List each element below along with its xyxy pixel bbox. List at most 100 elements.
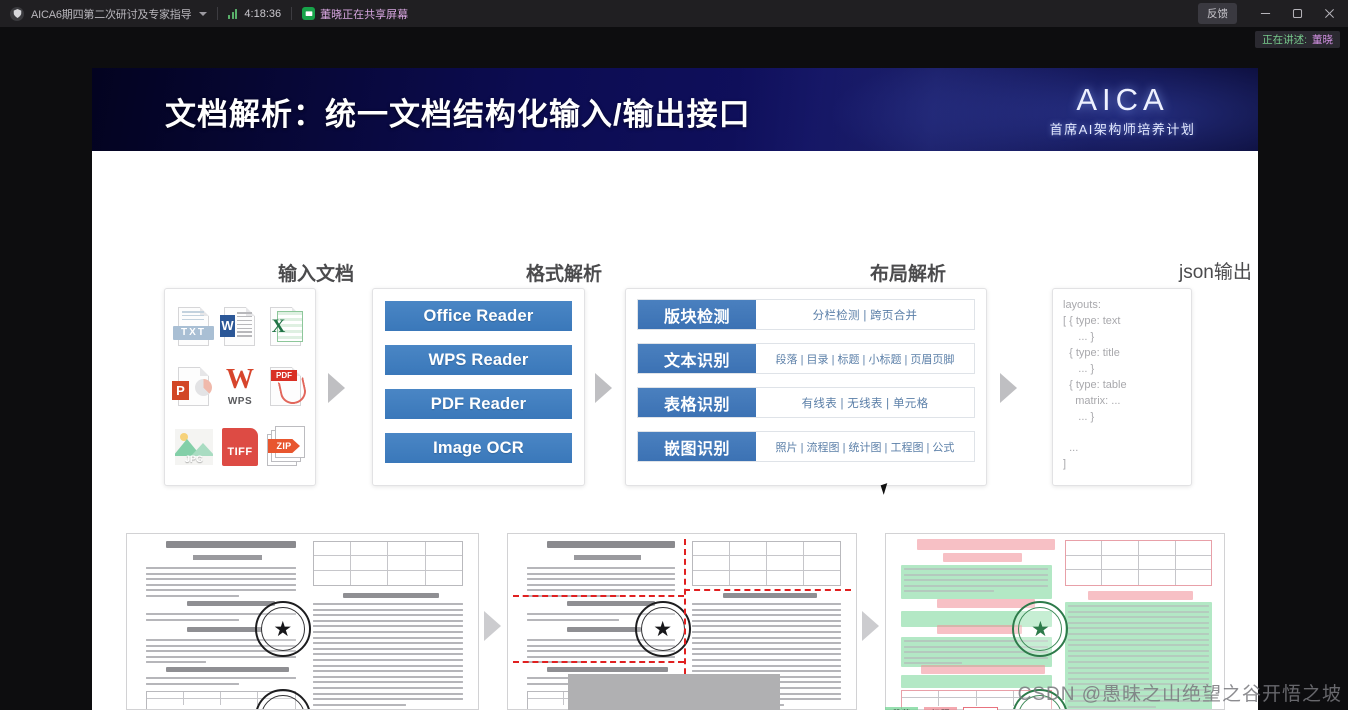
- file-jpg-label: JPG: [184, 454, 203, 464]
- file-word-label: W: [220, 315, 235, 337]
- app-logo-icon: [10, 6, 24, 21]
- document-seal-icon: ★: [634, 601, 691, 657]
- layout-row-key: 嵌图识别: [638, 432, 756, 461]
- feedback-button[interactable]: 反馈: [1198, 3, 1237, 24]
- format-parsing-panel: Office Reader WPS Reader PDF Reader Imag…: [372, 288, 585, 486]
- document-seal-icon: ★: [1012, 601, 1069, 657]
- file-cell: P: [171, 357, 217, 417]
- layout-row[interactable]: 表格识别 有线表 | 无线表 | 单元格: [637, 387, 975, 418]
- layout-row-key: 文本识别: [638, 344, 756, 373]
- scan-content: ★ ★: [132, 539, 473, 709]
- file-tiff-label: TIFF: [227, 446, 253, 458]
- file-powerpoint-label: P: [172, 381, 189, 400]
- highlight-title: [917, 539, 1055, 550]
- app-title: AICA6期四第二次研讨及专家指导: [31, 8, 192, 21]
- file-cell: TXT: [171, 297, 217, 357]
- file-jpg-icon: JPG: [172, 426, 216, 468]
- titlebar-divider-2: [291, 7, 293, 20]
- flow-arrow-1-icon: [328, 373, 345, 403]
- doc-heading: [166, 541, 296, 548]
- file-excel-icon: X: [264, 306, 308, 348]
- column-heading-json: json输出: [1179, 262, 1252, 283]
- document-seal-icon: ★: [254, 601, 311, 657]
- doc-subheading: [193, 555, 262, 560]
- aica-brand: AICA 首席AI架构师培养计划: [1015, 82, 1230, 138]
- brand-name: AICA: [1076, 82, 1169, 117]
- file-excel-label: X: [271, 316, 286, 337]
- file-cell: PDF: [263, 357, 309, 417]
- titlebar-divider: [217, 7, 219, 20]
- screen-share-status: 董晓正在共享屏幕: [302, 6, 408, 22]
- column-heading-layout: 布局解析: [870, 264, 947, 285]
- layout-row[interactable]: 版块检测 分栏检测 | 跨页合并: [637, 299, 975, 330]
- network-signal-icon: [228, 8, 238, 19]
- file-pdf-icon: PDF: [264, 366, 309, 408]
- window-titlebar: AICA6期四第二次研讨及专家指导 4:18:36 董晓正在共享屏幕 反馈: [0, 0, 1348, 27]
- active-speaker-strip: 正在讲述: 董晓: [1255, 31, 1340, 48]
- file-tiff-icon: TIFF: [218, 426, 262, 468]
- file-type-grid: TXT W X P W WPS PDF JPG TIFF ZIP: [165, 289, 315, 485]
- file-powerpoint-icon: P: [172, 366, 216, 408]
- flow-arrow-5-icon: [862, 611, 879, 641]
- csdn-watermark: CSDN @愚昧之山绝望之谷开悟之坡: [1017, 684, 1342, 705]
- layout-row-key: 版块检测: [638, 300, 756, 329]
- highlight-heading: [1087, 591, 1193, 600]
- file-cell: W WPS: [217, 357, 263, 417]
- close-button[interactable]: [1314, 2, 1344, 26]
- brand-tagline: 首席AI架构师培养计划: [1049, 122, 1196, 137]
- flow-arrow-4-icon: [484, 611, 501, 641]
- shared-screen-stage: 文档解析：统一文档结构化输入/输出接口 AICA 首席AI架构师培养计划 输入文…: [92, 68, 1258, 710]
- file-cell: W: [217, 297, 263, 357]
- file-cell: X: [263, 297, 309, 357]
- input-documents-panel: TXT W X P W WPS PDF JPG TIFF ZIP: [164, 288, 316, 486]
- highlight-heading: [936, 625, 1023, 634]
- title-dropdown-icon[interactable]: [199, 11, 208, 16]
- screen-share-text: 董晓正在共享屏幕: [320, 8, 409, 21]
- layout-parsing-panel: 版块检测 分栏检测 | 跨页合并 文本识别 段落 | 目录 | 标题 | 小标题…: [625, 288, 987, 486]
- layout-row[interactable]: 嵌图识别 照片 | 流程图 | 统计图 | 工程图 | 公式: [637, 431, 975, 462]
- reader-wps[interactable]: WPS Reader: [385, 345, 572, 375]
- layout-row-value: 分栏检测 | 跨页合并: [756, 300, 974, 329]
- file-pdf-label: PDF: [271, 370, 297, 381]
- column-heading-format: 格式解析: [526, 264, 603, 285]
- reader-office[interactable]: Office Reader: [385, 301, 572, 331]
- json-output-panel: layouts: [ { type: text ... } { type: ti…: [1052, 288, 1192, 486]
- layout-row[interactable]: 文本识别 段落 | 目录 | 标题 | 小标题 | 页眉页脚: [637, 343, 975, 374]
- reader-image-ocr[interactable]: Image OCR: [385, 433, 572, 463]
- screen-share-icon: [302, 7, 316, 20]
- meeting-toolbar-popup[interactable]: [568, 674, 780, 710]
- file-wps-icon: W WPS: [218, 366, 262, 408]
- json-output-text: layouts: [ { type: text ... } { type: ti…: [1063, 299, 1127, 471]
- file-txt-icon: TXT: [172, 306, 216, 348]
- file-cell: ZIP: [263, 417, 309, 477]
- block-divider-left-1: [513, 595, 684, 597]
- layout-row-key: 表格识别: [638, 388, 756, 417]
- layout-row-value: 段落 | 目录 | 标题 | 小标题 | 页眉页脚: [756, 344, 974, 373]
- file-cell: JPG: [171, 417, 217, 477]
- meeting-app-window: AICA6期四第二次研讨及专家指导 4:18:36 董晓正在共享屏幕 反馈 正在…: [0, 0, 1348, 710]
- highlight-heading: [936, 599, 1036, 608]
- highlight-subtitle: [943, 553, 1023, 562]
- slide-banner: 文档解析：统一文档结构化输入/输出接口 AICA 首席AI架构师培养计划: [92, 68, 1258, 151]
- slide-body: 输入文档 格式解析 布局解析 json输出 TXT W X P W WPS PD…: [92, 151, 1258, 710]
- maximize-button[interactable]: [1282, 2, 1312, 26]
- file-word-icon: W: [218, 306, 262, 348]
- doc-subheading: [573, 555, 642, 560]
- reader-list: Office Reader WPS Reader PDF Reader Imag…: [373, 289, 584, 485]
- layout-row-value: 照片 | 流程图 | 统计图 | 工程图 | 公式: [756, 432, 974, 461]
- minimize-button[interactable]: [1250, 2, 1280, 26]
- layout-row-value: 有线表 | 无线表 | 单元格: [756, 388, 974, 417]
- active-speaker-label: 正在讲述:: [1262, 34, 1307, 46]
- example-document-original: ★ ★: [126, 533, 479, 710]
- file-zip-icon: ZIP: [264, 426, 308, 468]
- reader-pdf[interactable]: PDF Reader: [385, 389, 572, 419]
- layout-row-list: 版块检测 分栏检测 | 跨页合并 文本识别 段落 | 目录 | 标题 | 小标题…: [626, 289, 986, 485]
- block-divider-right-1: [683, 589, 851, 591]
- file-txt-label: TXT: [173, 326, 214, 340]
- meeting-timer: 4:18:36: [244, 7, 282, 20]
- active-speaker-name: 董晓: [1312, 34, 1333, 46]
- block-divider-left-2: [513, 661, 684, 663]
- doc-heading: [546, 541, 676, 548]
- flow-arrow-3-icon: [1000, 373, 1017, 403]
- window-controls: [1250, 2, 1344, 26]
